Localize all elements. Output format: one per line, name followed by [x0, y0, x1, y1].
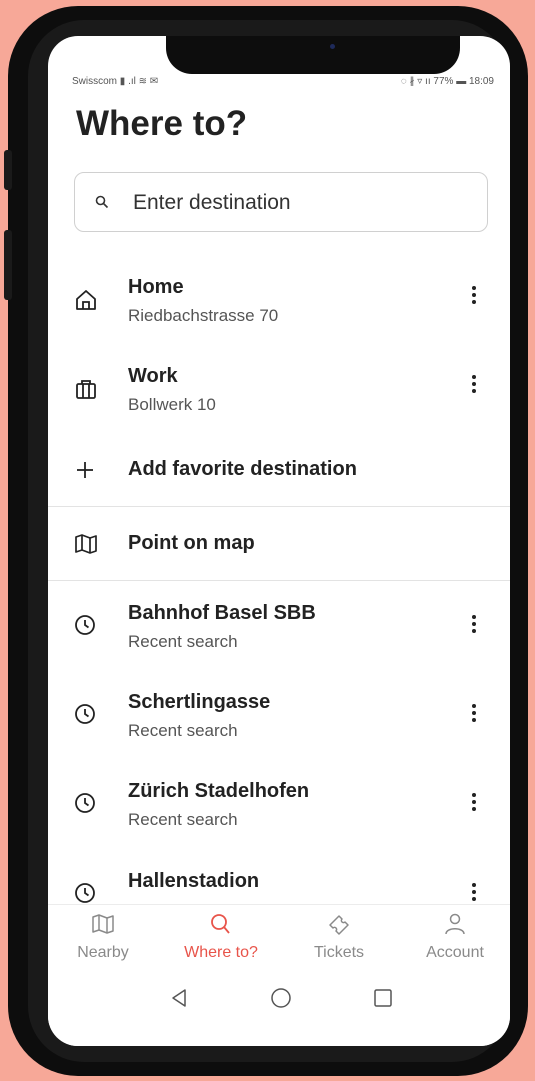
volume-button — [4, 230, 12, 300]
clock-icon — [75, 615, 95, 635]
point-on-map-button[interactable]: Point on map — [48, 528, 510, 564]
search-input[interactable]: Enter destination — [74, 172, 488, 232]
more-options-icon[interactable] — [464, 612, 484, 642]
favorite-home[interactable]: Home Riedbachstrasse 70 — [48, 276, 510, 346]
ticket-icon — [329, 915, 349, 935]
clock-icon — [75, 704, 95, 724]
carrier-label: Swisscom — [72, 76, 118, 87]
clock: 18:09 — [468, 76, 494, 87]
recent-subtitle: Recent search — [128, 810, 238, 829]
favorite-title: Home — [128, 276, 184, 298]
battery-percent: 77% — [433, 76, 454, 87]
bottom-nav: Nearby Where to? Tickets Account — [48, 904, 510, 1046]
more-options-icon[interactable] — [464, 701, 484, 731]
recent-subtitle: Recent search — [128, 721, 238, 740]
add-favorite-button[interactable]: Add favorite destination — [48, 454, 510, 490]
divider — [48, 506, 510, 507]
home-button-icon[interactable] — [270, 987, 292, 1009]
recent-search-item[interactable]: Bahnhof Basel SBB Recent search — [48, 602, 510, 672]
status-icons: ◌ ∦ ▿ ıı — [400, 76, 434, 87]
tab-nearby[interactable]: Nearby — [48, 913, 158, 962]
person-icon — [445, 913, 465, 935]
recent-subtitle: Recent search — [128, 632, 238, 651]
plus-icon — [77, 462, 93, 478]
recent-search-item[interactable]: Schertlingasse Recent search — [48, 691, 510, 761]
tab-tickets[interactable]: Tickets — [284, 913, 394, 962]
status-bar: Swisscom ▮ .ıl ≋ ✉ ◌ ∦ ▿ ıı 77% ▬ 18:09 — [72, 76, 494, 90]
search-icon — [95, 195, 109, 209]
battery-icon: ▬ — [456, 76, 469, 87]
camera-notch — [166, 36, 460, 74]
app-screen: Swisscom ▮ .ıl ≋ ✉ ◌ ∦ ▿ ıı 77% ▬ 18:09 … — [48, 36, 510, 1046]
add-favorite-label: Add favorite destination — [128, 458, 357, 480]
map-icon — [92, 914, 114, 934]
clock-icon — [75, 793, 95, 813]
point-on-map-label: Point on map — [128, 532, 255, 554]
more-options-icon[interactable] — [464, 790, 484, 820]
divider — [48, 580, 510, 581]
signal-icon: ▮ .ıl ≋ ✉ — [119, 76, 159, 87]
recent-search-item[interactable]: Zürich Stadelhofen Recent search — [48, 780, 510, 850]
home-icon — [76, 290, 96, 310]
briefcase-icon — [76, 380, 96, 399]
page-title: Where to? — [76, 104, 248, 143]
tab-account[interactable]: Account — [400, 913, 510, 962]
favorite-address: Bollwerk 10 — [128, 395, 216, 414]
map-icon — [75, 534, 97, 554]
more-options-icon[interactable] — [464, 372, 484, 402]
favorite-work[interactable]: Work Bollwerk 10 — [48, 365, 510, 435]
favorite-address: Riedbachstrasse 70 — [128, 306, 279, 325]
recent-title: Schertlingasse — [128, 691, 271, 713]
favorite-title: Work — [128, 365, 178, 387]
recent-title: Bahnhof Basel SBB — [128, 602, 316, 624]
tab-label: Tickets — [313, 944, 365, 961]
tab-label: Nearby — [77, 944, 129, 961]
search-icon — [211, 914, 230, 934]
side-button — [4, 150, 12, 190]
back-icon[interactable] — [168, 987, 190, 1009]
clock-icon — [75, 883, 95, 903]
more-options-icon[interactable] — [464, 283, 484, 313]
recent-title: Zürich Stadelhofen — [128, 780, 310, 802]
recents-icon[interactable] — [372, 987, 394, 1009]
tab-label: Where to? — [184, 944, 258, 961]
tab-label: Account — [426, 944, 484, 961]
tab-where-to[interactable]: Where to? — [166, 913, 276, 962]
recent-title: Hallenstadion — [128, 870, 260, 892]
search-placeholder: Enter destination — [133, 191, 291, 214]
